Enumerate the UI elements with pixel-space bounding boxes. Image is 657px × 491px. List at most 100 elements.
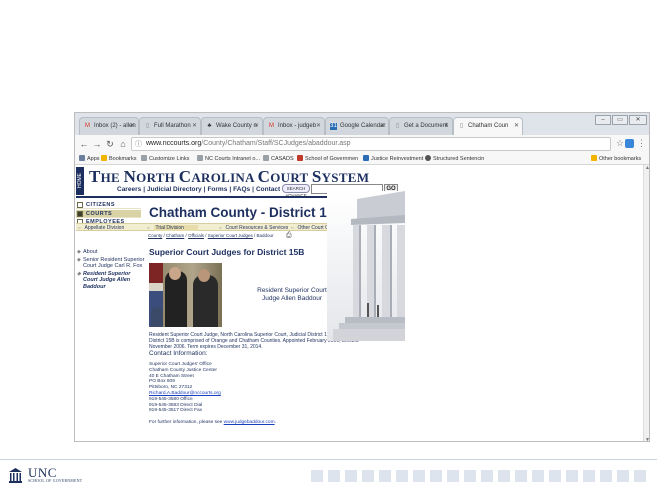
nav-appellate-division[interactable]: ⇔ Appellate Division [77,225,124,231]
category-courts[interactable]: COURTS [76,210,141,218]
slide-footer: UNC SCHOOL OF GOVERNMENT [0,459,657,491]
title-part: OURT [270,170,312,185]
page-icon [263,155,269,161]
circle-icon [425,155,431,161]
gmail-icon: M [85,123,90,129]
tab-get-document[interactable]: ▯ Get a Document ✕ [389,117,453,135]
close-icon[interactable]: ✕ [316,122,321,129]
scroll-down-icon[interactable]: ▼ [645,437,649,441]
tab-full-marathon[interactable]: ▯ Full Marathon ✕ [139,117,201,135]
maximize-button[interactable]: ▭ [612,115,628,125]
close-icon[interactable]: ✕ [380,122,385,129]
bookmark-school-of-government[interactable]: School of Governmen [297,155,358,162]
left-sidebar-links: ◆ About ◆ Senior Resident Superior Court J… [77,249,145,291]
home-tab[interactable]: HOME [76,167,84,195]
close-icon[interactable]: ✕ [254,122,259,129]
judge-website-link[interactable]: www.judgebaddour.com [224,420,275,425]
tab-inbox[interactable]: M Inbox (2) - allen ✕ [79,117,139,135]
star-icon [101,155,107,161]
sidebar-link-about[interactable]: ◆ About [77,249,145,256]
bookmark-justice-reinvestment[interactable]: Justice Reinvestment [363,155,423,162]
home-icon[interactable]: ⌂ [117,138,129,150]
tab-wake-county[interactable]: ♣ Wake County n ✕ [201,117,263,135]
link-label: Senior Resident Superior Court Judge Car… [83,256,145,270]
diamond-icon: ◆ [77,256,81,263]
crumb-superior-court-judges[interactable]: Superior Court Judges [208,233,253,238]
page-icon [197,155,203,161]
bookmark-apps[interactable]: Apps [79,155,100,162]
advanced-search-button[interactable]: SEARCH ADVANCE [282,184,310,198]
bookmark-nc-courts-intranet[interactable]: NC Courts Intranet o... [197,155,260,162]
crumb-chatham[interactable]: Chatham [166,233,184,238]
tab-chatham-county[interactable]: ▯ Chatham Coun ✕ [453,117,523,135]
menu-icon[interactable]: ⋮ [637,138,646,149]
crumb-county[interactable]: County [148,233,162,238]
footer-square [600,470,612,482]
tab-google-calendar[interactable]: 31 Google Calendar ✕ [325,117,389,135]
further-text: For further information, please see [149,420,224,425]
slide: M Inbox (2) - allen ✕ ▯ Full Marathon ✕ … [0,0,657,491]
title-part: C [178,167,192,186]
category-label: COURTS [86,211,113,217]
title-part: ORTH [136,170,179,185]
sog-icon [297,155,303,161]
gmail-icon: M [269,123,274,129]
photo-child [151,307,163,327]
bookmark-bookmarks[interactable]: Bookmarks [101,155,137,162]
further-text: . [274,420,276,425]
close-icon[interactable]: ✕ [130,122,135,129]
category-citizens[interactable]: CITIZENS [76,201,141,209]
bookmark-label: Other bookmarks [599,156,642,162]
scroll-up-icon[interactable]: ▲ [645,165,649,171]
breadcrumb: County / Chatham / Officials / Superior … [148,233,274,238]
close-icon[interactable]: ✕ [444,122,449,129]
forward-icon[interactable]: → [91,138,103,150]
tab-label: Google Calendar [340,123,386,129]
contact-heading: Contact Information: [149,350,208,357]
contact-email-link[interactable]: Richard.A.Baddour@nccourts.org [149,391,221,396]
footer-square [362,470,374,482]
bookmark-other[interactable]: Other bookmarks [591,155,641,162]
subnav-label: Appellate Division [84,225,125,231]
link-label: About [83,249,98,255]
page-viewport: HOME THE NORTH CAROLINA COURT SYSTEM Car… [75,165,643,441]
arrows-icon: ⇔ [77,225,82,230]
reload-icon[interactable]: ↻ [104,138,116,150]
arrows-icon: ⇔ [146,225,151,230]
close-icon[interactable]: ✕ [192,122,197,129]
bookmark-star-icon[interactable]: ☆ [616,138,624,149]
nav-judicial-directory[interactable]: Judicial Directory [145,186,204,193]
crumb-officials[interactable]: Officials [188,233,204,238]
tab-strip: M Inbox (2) - allen ✕ ▯ Full Marathon ✕ … [75,113,649,135]
nav-court-resources[interactable]: ⇔ Court Resources & Services [218,225,288,231]
nav-trial-division[interactable]: ⇔ Trial Division [146,225,198,231]
bookmark-customize-links[interactable]: Customize Links [141,155,189,162]
diamond-icon: ◆ [77,249,81,255]
bookmarks-bar: Apps Bookmarks Customize Links NC Courts… [75,153,649,165]
bookmark-casads[interactable]: CASADS [263,155,294,162]
sidebar-link-judge-fox[interactable]: ◆ Senior Resident Superior Court Judge Ca… [77,257,145,270]
nav-careers[interactable]: Careers [115,186,143,193]
nav-faqs[interactable]: FAQs [231,186,252,193]
info-icon[interactable]: ⓘ [135,139,142,151]
bookmark-label: Justice Reinvestment [371,156,424,162]
old-well-icon [9,468,22,483]
bookmark-structured-sentencing[interactable]: Structured Sentencin [425,155,484,162]
tab-inbox-judge[interactable]: M Inbox - judgeb ✕ [263,117,325,135]
window-close-button[interactable]: ✕ [629,115,647,125]
page-scrollbar[interactable]: ▲ ▼ [643,165,649,441]
county-title: Chatham County - District 15B [149,205,345,220]
browser-window: M Inbox (2) - allen ✕ ▯ Full Marathon ✕ … [74,112,650,442]
sidebar-link-judge-baddour[interactable]: ◆ Resident Superior Court Judge Allen Bad… [77,271,145,291]
bookmark-label: CASADS [271,156,294,162]
title-part: T [89,167,101,186]
nav-forms[interactable]: Forms [205,186,229,193]
back-icon[interactable]: ← [78,138,90,150]
extension-icon[interactable] [625,139,634,148]
print-icon[interactable]: ⎙ [286,232,292,240]
address-bar[interactable]: ⓘ www.nccourts.org/County/Chatham/Staff/… [131,137,611,151]
minimize-button[interactable]: – [595,115,611,125]
footer-square [464,470,476,482]
close-icon[interactable]: ✕ [514,122,519,129]
page-icon [363,155,369,161]
